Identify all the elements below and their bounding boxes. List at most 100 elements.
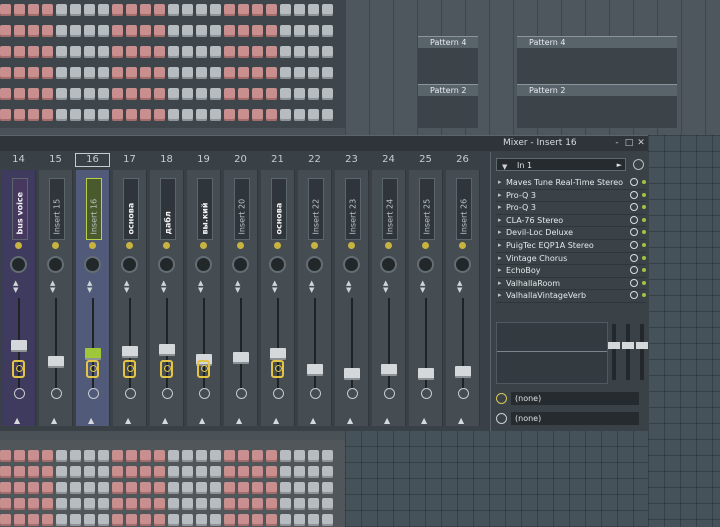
- mute-led[interactable]: [237, 242, 244, 249]
- step-button[interactable]: [112, 109, 123, 121]
- effect-slot[interactable]: ValhallaRoom: [496, 278, 646, 291]
- step-button[interactable]: [210, 466, 221, 478]
- stereo-swap-icon[interactable]: ▲ ▼: [87, 280, 92, 294]
- pattern-clip[interactable]: Pattern 2: [418, 84, 478, 96]
- step-button[interactable]: [140, 450, 151, 462]
- track-name[interactable]: Insert 25: [419, 178, 435, 240]
- step-button[interactable]: [252, 482, 263, 494]
- slot-enabled-led[interactable]: [642, 280, 646, 285]
- mixer-strip[interactable]: вы.кий ▲ ▼ ▲: [187, 170, 221, 426]
- step-button[interactable]: [154, 450, 165, 462]
- effect-slot[interactable]: Pro-Q 3: [496, 202, 646, 215]
- mute-led[interactable]: [52, 242, 59, 249]
- step-button[interactable]: [308, 88, 319, 100]
- step-button[interactable]: [224, 25, 235, 37]
- step-button[interactable]: [224, 67, 235, 79]
- step-button[interactable]: [98, 25, 109, 37]
- pan-knob[interactable]: [47, 256, 64, 273]
- step-button[interactable]: [14, 466, 25, 478]
- step-button[interactable]: [252, 46, 263, 58]
- send-row[interactable]: (none): [491, 411, 649, 427]
- volume-fader[interactable]: [11, 340, 27, 352]
- step-button[interactable]: [112, 450, 123, 462]
- step-button[interactable]: [210, 4, 221, 16]
- step-button[interactable]: [14, 498, 25, 510]
- pan-knob[interactable]: [380, 256, 397, 273]
- send-row[interactable]: (none): [491, 391, 649, 407]
- step-button[interactable]: [56, 514, 67, 526]
- step-button[interactable]: [126, 46, 137, 58]
- step-button[interactable]: [238, 46, 249, 58]
- send-select[interactable]: (none): [511, 392, 639, 405]
- step-button[interactable]: [126, 466, 137, 478]
- step-button[interactable]: [168, 4, 179, 16]
- step-button[interactable]: [154, 25, 165, 37]
- stereo-swap-icon[interactable]: ▲ ▼: [198, 280, 203, 294]
- step-button[interactable]: [126, 450, 137, 462]
- step-button[interactable]: [280, 450, 291, 462]
- step-button[interactable]: [42, 67, 53, 79]
- step-button[interactable]: [28, 466, 39, 478]
- volume-fader[interactable]: [159, 344, 175, 356]
- step-button[interactable]: [98, 67, 109, 79]
- step-button[interactable]: [168, 450, 179, 462]
- step-button[interactable]: [280, 67, 291, 79]
- step-button[interactable]: [182, 109, 193, 121]
- mute-led[interactable]: [200, 242, 207, 249]
- step-button[interactable]: [98, 498, 109, 510]
- slot-enabled-led[interactable]: [642, 255, 646, 260]
- step-button[interactable]: [182, 450, 193, 462]
- step-button[interactable]: [322, 25, 333, 37]
- step-button[interactable]: [210, 450, 221, 462]
- step-button[interactable]: [308, 466, 319, 478]
- maximize-button[interactable]: □: [624, 138, 634, 148]
- step-button[interactable]: [28, 88, 39, 100]
- step-button[interactable]: [280, 4, 291, 16]
- step-button[interactable]: [266, 498, 277, 510]
- power-icon[interactable]: [633, 159, 644, 170]
- mix-knob-icon[interactable]: [630, 266, 638, 275]
- step-button[interactable]: [126, 88, 137, 100]
- effect-slot[interactable]: Pro-Q 3: [496, 190, 646, 203]
- step-button[interactable]: [266, 46, 277, 58]
- mixer-strip[interactable]: дабл ▲ ▼ ▲: [150, 170, 184, 426]
- step-button[interactable]: [252, 450, 263, 462]
- pan-knob[interactable]: [417, 256, 434, 273]
- step-button[interactable]: [112, 514, 123, 526]
- step-button[interactable]: [84, 514, 95, 526]
- step-button[interactable]: [98, 4, 109, 16]
- track-name[interactable]: Insert 15: [49, 178, 65, 240]
- route-icon[interactable]: [347, 388, 358, 399]
- pan-knob[interactable]: [10, 256, 27, 273]
- route-icon[interactable]: [384, 388, 395, 399]
- step-button[interactable]: [84, 46, 95, 58]
- step-button[interactable]: [168, 498, 179, 510]
- step-button[interactable]: [308, 514, 319, 526]
- route-icon[interactable]: [310, 388, 321, 399]
- volume-fader[interactable]: [418, 368, 434, 380]
- track-name[interactable]: Insert 20: [234, 178, 250, 240]
- step-button[interactable]: [98, 482, 109, 494]
- step-button[interactable]: [42, 4, 53, 16]
- step-button[interactable]: [182, 46, 193, 58]
- volume-fader[interactable]: [122, 346, 138, 358]
- step-button[interactable]: [98, 109, 109, 121]
- route-icon[interactable]: [273, 388, 284, 399]
- step-button[interactable]: [308, 4, 319, 16]
- step-button[interactable]: [14, 109, 25, 121]
- track-number[interactable]: 21: [259, 152, 296, 168]
- step-button[interactable]: [238, 450, 249, 462]
- stereo-swap-icon[interactable]: ▲ ▼: [161, 280, 166, 294]
- step-button[interactable]: [294, 46, 305, 58]
- step-button[interactable]: [168, 25, 179, 37]
- link-icon[interactable]: [86, 360, 99, 378]
- step-button[interactable]: [70, 498, 81, 510]
- step-button[interactable]: [56, 450, 67, 462]
- step-button[interactable]: [168, 109, 179, 121]
- track-name[interactable]: Insert 24: [382, 178, 398, 240]
- step-button[interactable]: [182, 466, 193, 478]
- stereo-swap-icon[interactable]: ▲ ▼: [50, 280, 55, 294]
- step-button[interactable]: [266, 514, 277, 526]
- step-button[interactable]: [56, 88, 67, 100]
- step-button[interactable]: [140, 466, 151, 478]
